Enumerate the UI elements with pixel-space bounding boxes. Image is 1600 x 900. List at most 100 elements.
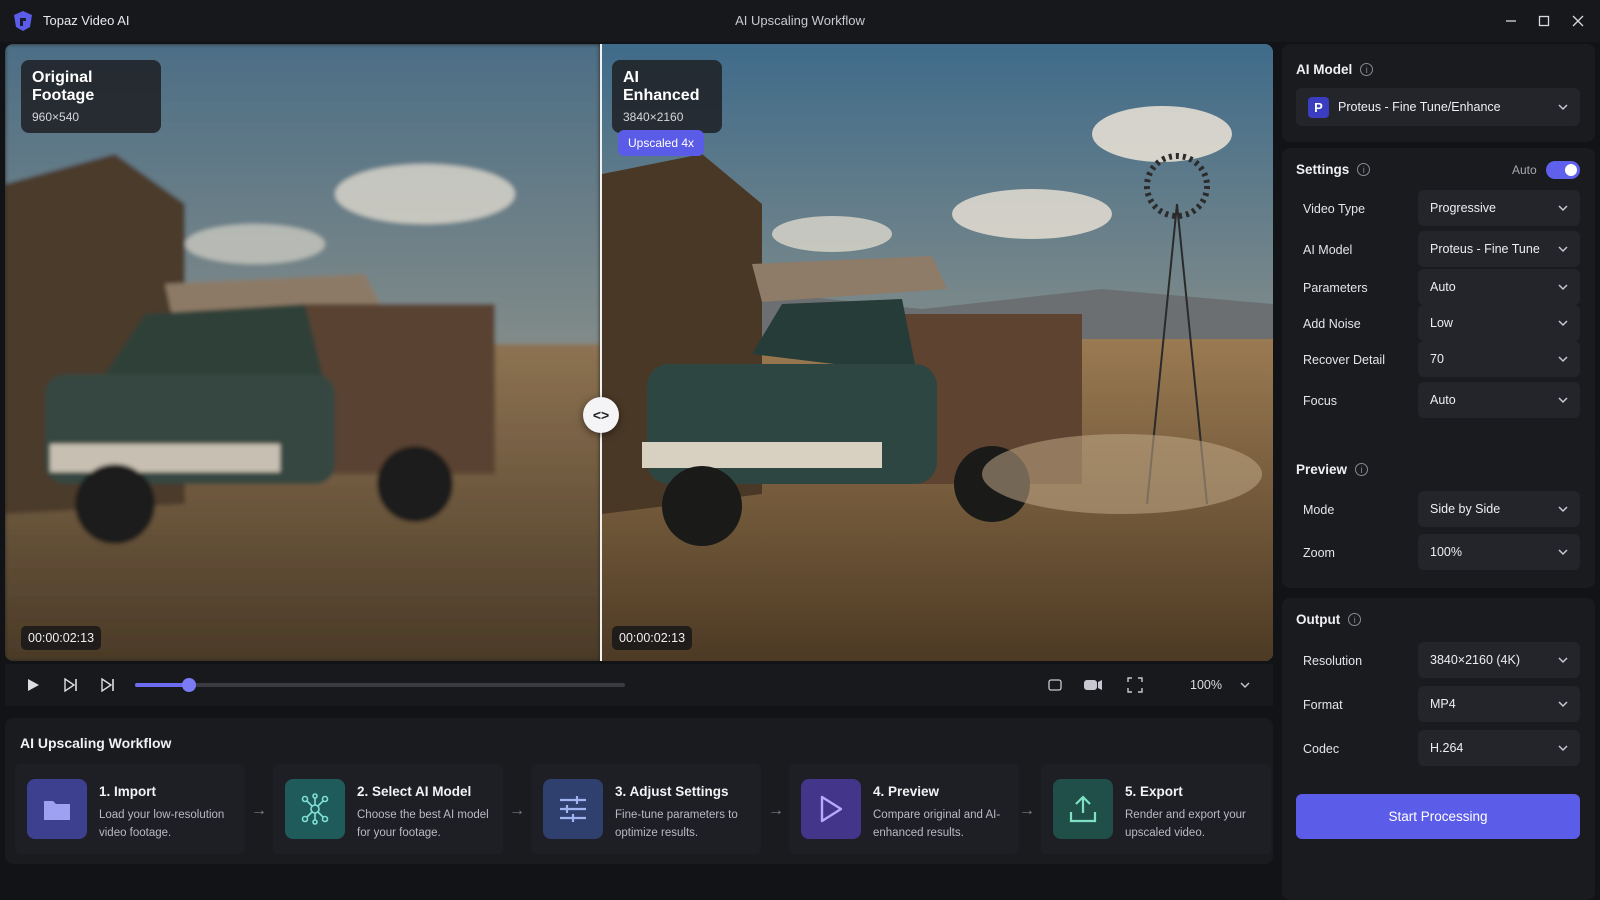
setting-label: Format bbox=[1303, 698, 1343, 712]
compare-view-icon[interactable] bbox=[1083, 675, 1103, 695]
resolution-select[interactable]: 3840×2160 (4K) bbox=[1418, 642, 1580, 678]
setting-label: Add Noise bbox=[1303, 317, 1361, 331]
workflow-step-preview[interactable]: 4. Preview Compare original and AI-enhan… bbox=[789, 764, 1019, 854]
info-icon[interactable]: i bbox=[1360, 63, 1374, 76]
ai-model-heading-text: AI Model bbox=[1296, 62, 1353, 77]
maximize-icon[interactable] bbox=[1530, 8, 1558, 34]
workflow-step-adjust-settings[interactable]: 3. Adjust Settings Fine-tune parameters … bbox=[531, 764, 761, 854]
chevron-down-icon bbox=[1558, 745, 1568, 752]
setting-label: Mode bbox=[1303, 503, 1335, 517]
workflow-title: AI Upscaling Workflow bbox=[20, 735, 172, 751]
upload-icon bbox=[1053, 779, 1113, 839]
output-heading-text: Output bbox=[1296, 612, 1341, 627]
fullscreen-icon[interactable] bbox=[1125, 675, 1145, 695]
setting-label: Resolution bbox=[1303, 654, 1363, 668]
skip-to-end-icon[interactable] bbox=[98, 675, 118, 695]
select-value: 70 bbox=[1430, 352, 1444, 366]
step-description: Compare original and AI-enhanced results… bbox=[873, 809, 1001, 839]
ai-enhanced-title: AI Enhanced bbox=[623, 69, 700, 104]
preview-heading: Preview i bbox=[1296, 462, 1369, 477]
info-icon[interactable]: i bbox=[1348, 613, 1362, 626]
toggle-knob bbox=[1565, 164, 1577, 176]
select-value: Proteus - Fine Tune bbox=[1430, 242, 1540, 256]
timeline-handle[interactable] bbox=[181, 678, 196, 692]
video-type-select[interactable]: Progressive bbox=[1418, 190, 1580, 226]
start-processing-button[interactable]: Start Processing bbox=[1296, 794, 1580, 839]
select-value: 100% bbox=[1430, 545, 1462, 559]
step-name: 1. Import bbox=[99, 784, 157, 799]
chevron-down-icon bbox=[1558, 657, 1568, 664]
preview-card: Preview i Mode Side by Side Zoom 100% bbox=[1282, 448, 1595, 588]
select-value: Auto bbox=[1430, 280, 1456, 294]
auto-label: Auto bbox=[1512, 163, 1537, 177]
selected-ai-model: Proteus - Fine Tune/Enhance bbox=[1338, 100, 1501, 114]
select-value: 3840×2160 (4K) bbox=[1430, 653, 1521, 667]
settings-heading: Settings i bbox=[1296, 162, 1371, 177]
codec-select[interactable]: H.264 bbox=[1418, 730, 1580, 766]
step-description: Fine-tune parameters to optimize results… bbox=[615, 809, 738, 839]
app-name: Topaz Video AI bbox=[43, 13, 130, 28]
original-timecode: 00:00:02:13 bbox=[21, 626, 102, 650]
original-footage-pane: Original Footage 960×540 00:00:02:13 bbox=[5, 44, 600, 661]
step-description: Render and export your upscaled video. bbox=[1125, 809, 1246, 839]
setting-label: Zoom bbox=[1303, 546, 1335, 560]
zoom-dropdown-chevron-icon[interactable] bbox=[1235, 675, 1255, 695]
minimize-icon[interactable] bbox=[1497, 8, 1525, 34]
workflow-step-import[interactable]: 1. Import Load your low-resolution video… bbox=[15, 764, 245, 854]
play-button-icon[interactable] bbox=[23, 675, 43, 695]
settings-card: Settings i Auto Video Type Progressive A… bbox=[1282, 148, 1595, 478]
arrow-right-icon: → bbox=[768, 802, 784, 819]
chevron-down-icon bbox=[1558, 246, 1568, 253]
timeline-slider[interactable] bbox=[135, 678, 625, 692]
format-select[interactable]: MP4 bbox=[1418, 686, 1580, 722]
select-value: Side by Side bbox=[1430, 502, 1501, 516]
original-footage-label: Original Footage 960×540 bbox=[21, 60, 161, 133]
preview-zoom-select[interactable]: 100% bbox=[1418, 534, 1580, 570]
ai-model-select[interactable]: Proteus - Fine Tune bbox=[1418, 231, 1580, 267]
setting-label: AI Model bbox=[1303, 243, 1353, 257]
output-card: Output i Resolution 3840×2160 (4K) Forma… bbox=[1282, 598, 1595, 900]
info-icon[interactable]: i bbox=[1357, 163, 1371, 176]
arrow-right-icon: → bbox=[251, 802, 267, 819]
ai-enhanced-timecode: 00:00:02:13 bbox=[612, 626, 693, 650]
preview-mode-select[interactable]: Side by Side bbox=[1418, 491, 1580, 527]
playback-bar: 100% bbox=[5, 664, 1273, 706]
zoom-level[interactable]: 100% bbox=[1190, 678, 1222, 692]
parameters-select[interactable]: Auto bbox=[1418, 269, 1580, 305]
focus-select[interactable]: Auto bbox=[1418, 382, 1580, 418]
crop-icon[interactable] bbox=[1045, 675, 1065, 695]
recover-detail-select[interactable]: 70 bbox=[1418, 341, 1580, 377]
comparison-divider[interactable] bbox=[600, 44, 602, 661]
output-heading: Output i bbox=[1296, 612, 1362, 627]
setting-label: Focus bbox=[1303, 394, 1338, 408]
workflow-step-select-model[interactable]: 2. Select AI Model Choose the best AI mo… bbox=[273, 764, 503, 854]
chevron-down-icon bbox=[1558, 506, 1568, 513]
step-name: 2. Select AI Model bbox=[357, 784, 472, 799]
video-viewer[interactable]: Original Footage 960×540 00:00:02:13 AI … bbox=[5, 44, 1273, 661]
close-icon[interactable] bbox=[1564, 8, 1592, 34]
setting-label: Parameters bbox=[1303, 281, 1368, 295]
ai-model-dropdown[interactable]: P Proteus - Fine Tune/Enhance bbox=[1296, 88, 1580, 126]
select-value: Auto bbox=[1430, 393, 1456, 407]
auto-toggle[interactable] bbox=[1546, 161, 1580, 179]
original-footage-title: Original Footage bbox=[32, 69, 95, 104]
select-value: MP4 bbox=[1430, 697, 1456, 711]
divider-handle-icon[interactable]: <> bbox=[583, 397, 619, 433]
ai-model-heading: AI Model i bbox=[1296, 62, 1374, 77]
upscaled-badge: Upscaled 4x bbox=[618, 130, 705, 156]
chevron-down-icon bbox=[1558, 320, 1568, 327]
chevron-down-icon bbox=[1558, 104, 1568, 111]
setting-label: Recover Detail bbox=[1303, 353, 1385, 367]
select-value: H.264 bbox=[1430, 741, 1464, 755]
info-icon[interactable]: i bbox=[1355, 463, 1369, 476]
ai-enhanced-label: AI Enhanced 3840×2160 bbox=[612, 60, 722, 133]
title-bar: Topaz Video AI AI Upscaling Workflow bbox=[0, 0, 1600, 42]
settings-heading-text: Settings bbox=[1296, 162, 1350, 177]
play-icon bbox=[801, 779, 861, 839]
add-noise-select[interactable]: Low bbox=[1418, 305, 1580, 341]
next-frame-icon[interactable] bbox=[61, 675, 81, 695]
step-description: Load your low-resolution video footage. bbox=[99, 809, 225, 839]
chevron-down-icon bbox=[1558, 701, 1568, 708]
select-value: Progressive bbox=[1430, 201, 1496, 215]
workflow-step-export[interactable]: 5. Export Render and export your upscale… bbox=[1041, 764, 1271, 854]
